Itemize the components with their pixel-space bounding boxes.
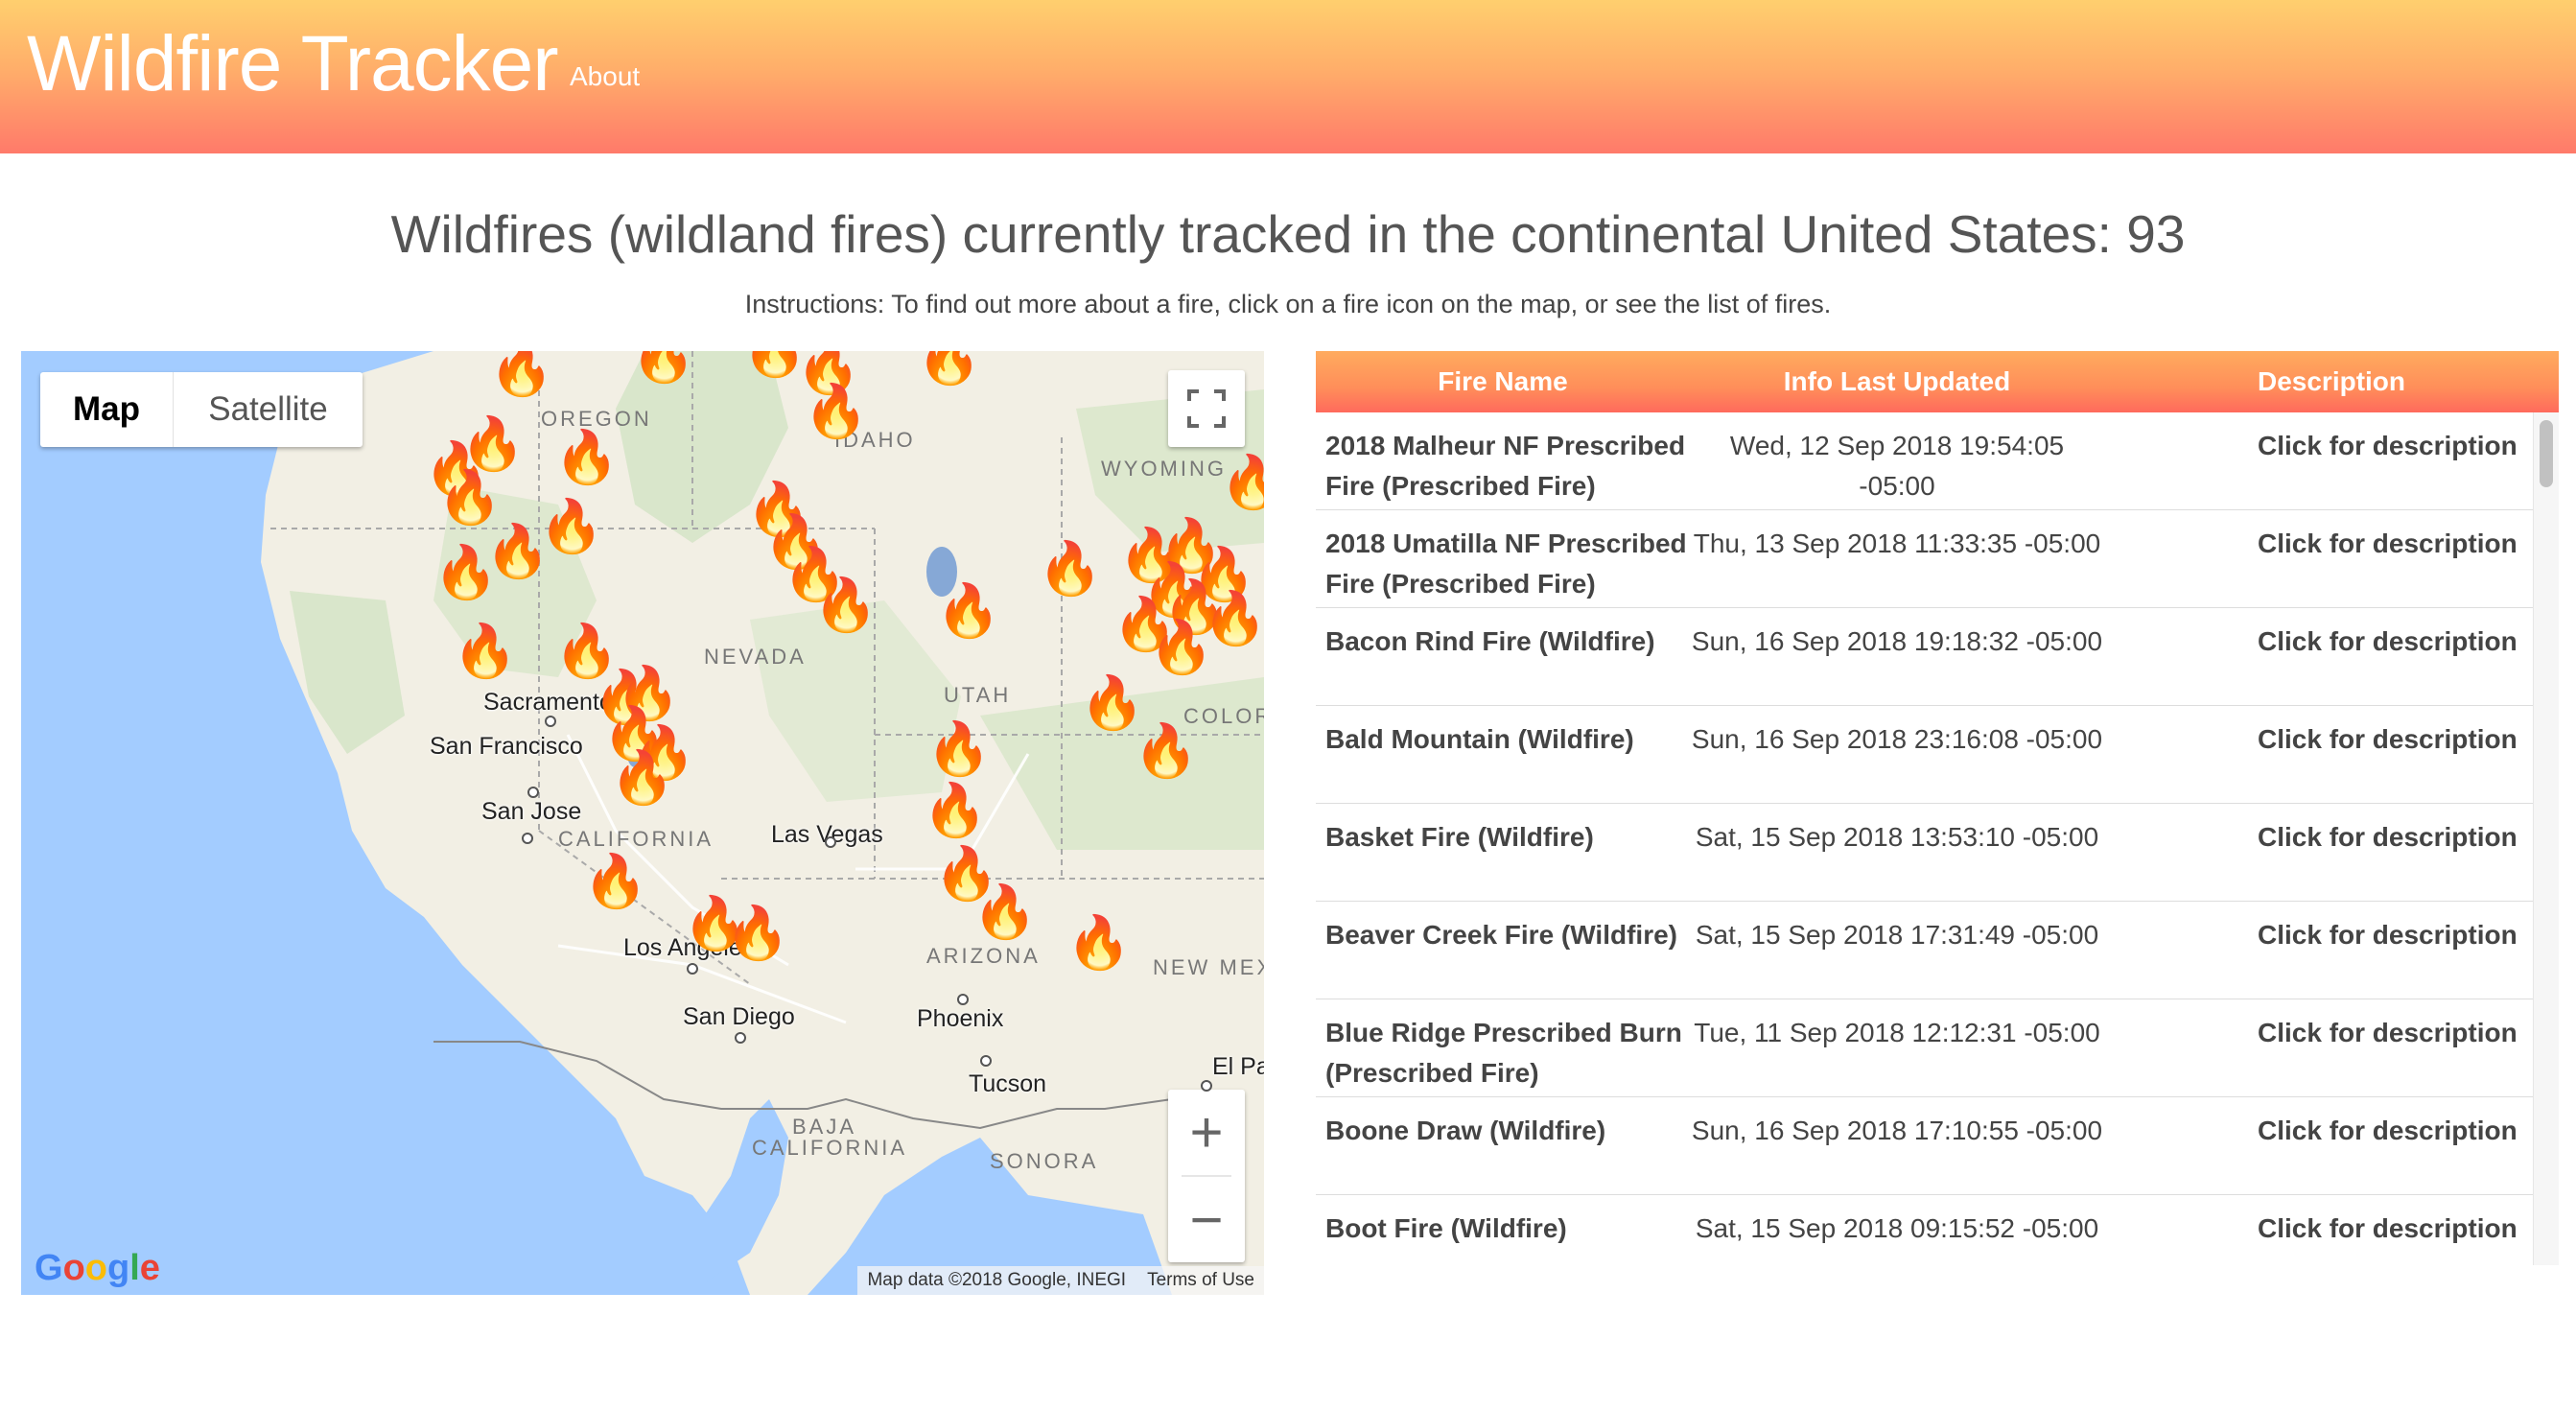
fullscreen-button[interactable] xyxy=(1168,370,1245,447)
map-type-control: Map Satellite xyxy=(40,372,363,447)
map-attribution-text: Map data ©2018 Google, INEGI xyxy=(867,1270,1127,1290)
fire-name-cell: Bacon Rind Fire (Wildfire) xyxy=(1325,626,1655,656)
table-scrollbar[interactable] xyxy=(2533,412,2559,1265)
fire-name-cell: 2018 Malheur NF Prescribed Fire (Prescri… xyxy=(1325,431,1686,501)
description-link[interactable]: Click for description xyxy=(2104,412,2559,509)
description-link[interactable]: Click for description xyxy=(2104,510,2559,607)
header-fire-name[interactable]: Fire Name xyxy=(1316,366,1690,397)
fire-marker-icon[interactable]: 🔥 xyxy=(972,886,1037,938)
zoom-control: + − xyxy=(1168,1090,1245,1262)
updated-cell: Tue, 11 Sep 2018 12:12:31 -05:00 xyxy=(1694,1018,2100,1047)
label-sonora: SONORA xyxy=(990,1149,1099,1173)
updated-cell: Sun, 16 Sep 2018 23:16:08 -05:00 xyxy=(1691,724,2103,754)
fire-marker-icon[interactable]: 🔥 xyxy=(917,351,981,384)
map-type-satellite-button[interactable]: Satellite xyxy=(174,372,363,447)
table-row[interactable]: Bald Mountain (Wildfire) Sun, 16 Sep 201… xyxy=(1316,706,2559,804)
updated-cell: Sat, 15 Sep 2018 17:31:49 -05:00 xyxy=(1695,920,2099,950)
fire-marker-icon[interactable]: 🔥 xyxy=(804,386,868,437)
map-type-map-button[interactable]: Map xyxy=(40,372,174,447)
fire-marker-icon[interactable]: 🔥 xyxy=(926,723,991,775)
fire-marker-icon[interactable]: 🔥 xyxy=(1220,457,1264,508)
table-row[interactable]: 2018 Malheur NF Prescribed Fire (Prescri… xyxy=(1316,412,2559,510)
description-link[interactable]: Click for description xyxy=(2104,999,2559,1096)
fire-name-cell: Boot Fire (Wildfire) xyxy=(1325,1213,1567,1243)
fire-marker-icon[interactable]: 🔥 xyxy=(433,547,498,599)
city-las-vegas: Las Vegas xyxy=(771,821,883,848)
city-san-francisco: San Francisco xyxy=(430,733,583,760)
header-info-last-updated[interactable]: Info Last Updated xyxy=(1690,366,2104,397)
fire-marker-icon[interactable]: 🔥 xyxy=(936,585,1000,637)
updated-cell: Sat, 15 Sep 2018 13:53:10 -05:00 xyxy=(1695,822,2099,852)
fullscreen-icon xyxy=(1187,389,1226,428)
label-nevada: NEVADA xyxy=(704,645,807,669)
brand-title[interactable]: Wildfire Tracker xyxy=(27,19,559,109)
label-wyoming: WYOMING xyxy=(1101,457,1227,481)
table-body[interactable]: 2018 Malheur NF Prescribed Fire (Prescri… xyxy=(1316,412,2559,1265)
table-row[interactable]: 2018 Umatilla NF Prescribed Fire (Prescr… xyxy=(1316,510,2559,608)
table-row[interactable]: Blue Ridge Prescribed Burn (Prescribed F… xyxy=(1316,999,2559,1097)
updated-cell: Sat, 15 Sep 2018 09:15:52 -05:00 xyxy=(1695,1213,2099,1243)
table-row[interactable]: Basket Fire (Wildfire) Sat, 15 Sep 2018 … xyxy=(1316,804,2559,902)
updated-cell: Thu, 13 Sep 2018 11:33:35 -05:00 xyxy=(1693,529,2101,558)
city-san-jose: San Jose xyxy=(481,798,582,825)
instructions-text: Instructions: To find out more about a f… xyxy=(744,290,1832,318)
label-utah: UTAH xyxy=(944,683,1012,707)
fire-marker-icon[interactable]: 🔥 xyxy=(453,625,517,677)
table-row[interactable]: Bacon Rind Fire (Wildfire) Sun, 16 Sep 2… xyxy=(1316,608,2559,706)
table-row[interactable]: Beaver Creek Fire (Wildfire) Sat, 15 Sep… xyxy=(1316,902,2559,999)
table-row[interactable]: Boot Fire (Wildfire) Sat, 15 Sep 2018 09… xyxy=(1316,1195,2559,1265)
city-san-diego: San Diego xyxy=(683,1003,795,1030)
fire-marker-icon[interactable]: 🔥 xyxy=(1080,677,1144,729)
fire-marker-icon[interactable]: 🔥 xyxy=(489,351,553,395)
fire-name-cell: Blue Ridge Prescribed Burn (Prescribed F… xyxy=(1325,1018,1682,1088)
header-description[interactable]: Description xyxy=(2104,366,2559,397)
label-new-mexico: NEW MEX xyxy=(1153,955,1264,979)
navbar: Wildfire Tracker About xyxy=(0,0,2576,153)
fire-marker-icon[interactable]: 🔥 xyxy=(1149,622,1213,673)
description-link[interactable]: Click for description xyxy=(2104,804,2559,901)
description-link[interactable]: Click for description xyxy=(2104,706,2559,803)
updated-cell: Sun, 16 Sep 2018 19:18:32 -05:00 xyxy=(1691,626,2103,656)
fire-marker-icon[interactable]: 🔥 xyxy=(554,432,619,483)
city-phoenix: Phoenix xyxy=(917,1005,1004,1032)
fire-marker-icon[interactable]: 🔥 xyxy=(813,579,878,631)
zoom-out-button[interactable]: − xyxy=(1168,1177,1245,1262)
city-tucson: Tucson xyxy=(969,1070,1047,1097)
fire-marker-icon[interactable]: 🔥 xyxy=(1066,917,1131,969)
fire-marker-icon[interactable]: 🔥 xyxy=(610,752,674,804)
table-header: Fire Name Info Last Updated Description xyxy=(1316,351,2559,412)
zoom-in-button[interactable]: + xyxy=(1168,1090,1245,1175)
updated-cell: Wed, 12 Sep 2018 19:54:05 -05:00 xyxy=(1729,431,2065,501)
fire-map[interactable]: Map Satellite + − OREGON IDAHO WYOMING N… xyxy=(21,351,1264,1295)
nav-about-link[interactable]: About xyxy=(570,61,640,92)
label-california: CALIFORNIA xyxy=(558,827,714,851)
fire-name-cell: Bald Mountain (Wildfire) xyxy=(1325,724,1634,754)
table-row[interactable]: Boone Draw (Wildfire) Sun, 16 Sep 2018 1… xyxy=(1316,1097,2559,1195)
fire-name-cell: Boone Draw (Wildfire) xyxy=(1325,1116,1606,1145)
label-arizona: ARIZONA xyxy=(926,944,1041,968)
fire-marker-icon[interactable]: 🔥 xyxy=(923,785,987,836)
fire-name-cell: Basket Fire (Wildfire) xyxy=(1325,822,1594,852)
table-scrollbar-thumb[interactable] xyxy=(2540,420,2553,487)
fire-marker-icon[interactable]: 🔥 xyxy=(1038,543,1102,595)
page-title: Wildfires (wildland fires) currently tra… xyxy=(390,204,2186,264)
fire-marker-icon[interactable]: 🔥 xyxy=(1134,725,1198,777)
fire-marker-icon[interactable]: 🔥 xyxy=(725,907,789,959)
description-link[interactable]: Click for description xyxy=(2104,902,2559,999)
fire-marker-icon[interactable]: 🔥 xyxy=(437,472,502,524)
google-logo: Google xyxy=(35,1248,160,1288)
fire-marker-icon[interactable]: 🔥 xyxy=(583,856,647,907)
label-baja-california: CALIFORNIA xyxy=(752,1136,908,1160)
updated-cell: Sun, 16 Sep 2018 17:10:55 -05:00 xyxy=(1691,1116,2103,1145)
city-el-paso: El Pa xyxy=(1212,1053,1264,1080)
description-link[interactable]: Click for description xyxy=(2104,1097,2559,1194)
map-attribution: Map data ©2018 Google, INEGI Terms of Us… xyxy=(857,1266,1264,1295)
fire-marker-icon[interactable]: 🔥 xyxy=(631,351,695,382)
fires-table: Fire Name Info Last Updated Description … xyxy=(1316,351,2559,1265)
fire-name-cell: 2018 Umatilla NF Prescribed Fire (Prescr… xyxy=(1325,529,1687,599)
description-link[interactable]: Click for description xyxy=(2104,1195,2559,1265)
terms-of-use-link[interactable]: Terms of Use xyxy=(1147,1270,1254,1291)
fire-name-cell: Beaver Creek Fire (Wildfire) xyxy=(1325,920,1677,950)
description-link[interactable]: Click for description xyxy=(2104,608,2559,705)
